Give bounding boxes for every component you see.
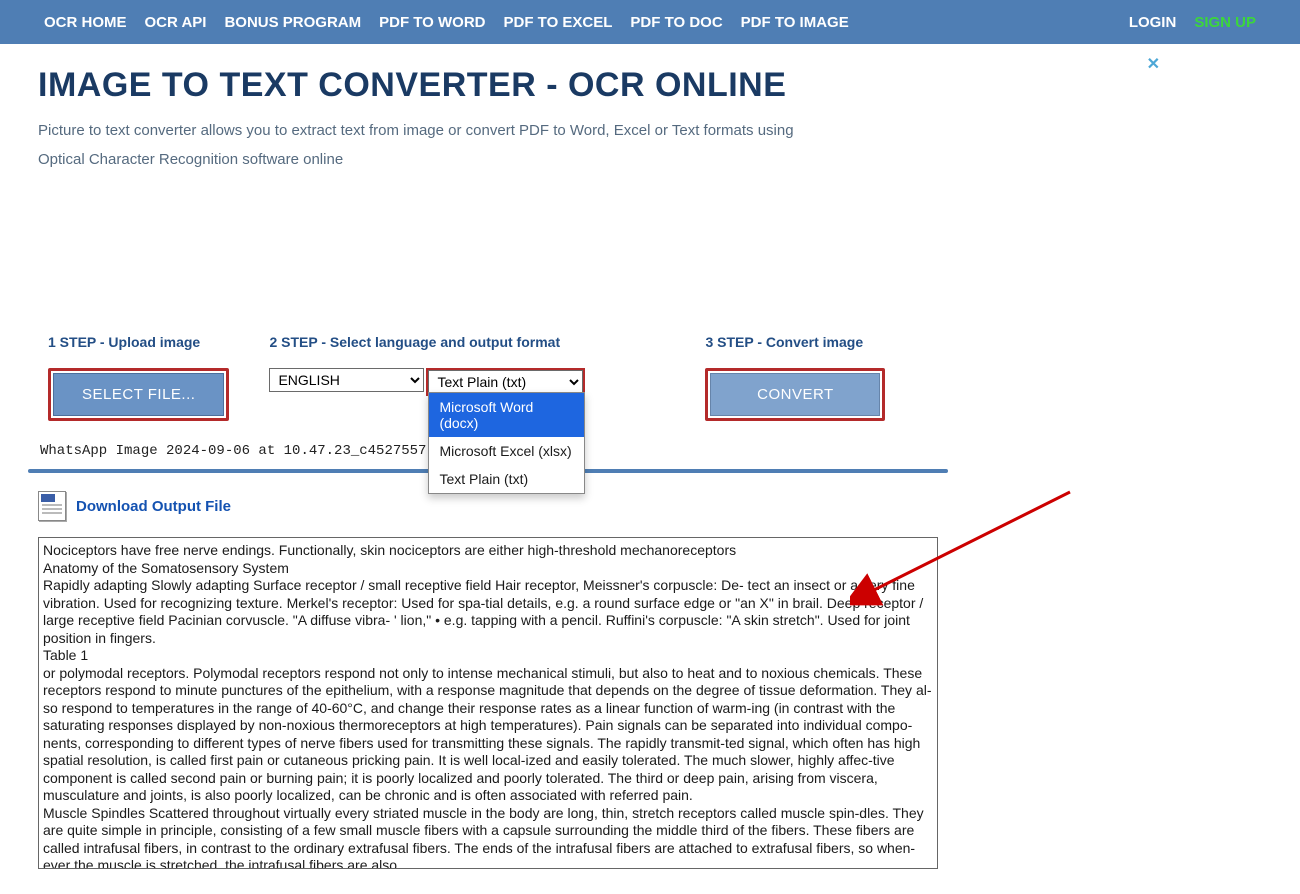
format-option-xlsx[interactable]: Microsoft Excel (xlsx)	[429, 437, 584, 465]
steps-row: 1 STEP - Upload image SELECT FILE... 2 S…	[38, 334, 1262, 421]
step-2-column: 2 STEP - Select language and output form…	[269, 334, 585, 421]
nav-left-group: OCR HOME OCR API BONUS PROGRAM PDF TO WO…	[44, 14, 849, 31]
ocr-output-textarea[interactable]	[38, 537, 938, 869]
download-row: Download Output File	[38, 491, 1262, 521]
page-subtitle: Picture to text converter allows you to …	[38, 117, 798, 174]
format-option-txt[interactable]: Text Plain (txt)	[429, 465, 584, 493]
format-select[interactable]: Text Plain (txt)	[428, 370, 583, 394]
step-1-column: 1 STEP - Upload image SELECT FILE...	[38, 334, 229, 421]
top-nav: OCR HOME OCR API BONUS PROGRAM PDF TO WO…	[0, 0, 1300, 44]
page-title: IMAGE TO TEXT CONVERTER - OCR ONLINE	[38, 66, 1262, 105]
nav-pdf-to-word[interactable]: PDF TO WORD	[379, 14, 485, 31]
step-3-column: 3 STEP - Convert image CONVERT	[705, 334, 885, 421]
nav-pdf-to-doc[interactable]: PDF TO DOC	[630, 14, 722, 31]
download-output-link[interactable]: Download Output File	[76, 498, 231, 515]
uploaded-filename: WhatsApp Image 2024-09-06 at 10.47.23_c4…	[40, 443, 1262, 459]
convert-frame: CONVERT	[705, 368, 885, 421]
nav-bonus-program[interactable]: BONUS PROGRAM	[224, 14, 361, 31]
nav-right-group: LOGIN SIGN UP	[1129, 14, 1256, 31]
convert-button[interactable]: CONVERT	[710, 373, 880, 416]
file-icon	[38, 491, 66, 521]
main-content: ✕ IMAGE TO TEXT CONVERTER - OCR ONLINE P…	[0, 44, 1300, 894]
step-1-label: 1 STEP - Upload image	[48, 334, 229, 350]
select-file-frame: SELECT FILE...	[48, 368, 229, 421]
step-2-label: 2 STEP - Select language and output form…	[269, 334, 585, 350]
nav-pdf-to-image[interactable]: PDF TO IMAGE	[741, 14, 849, 31]
select-row: ENGLISH Text Plain (txt) Microsoft Word …	[269, 368, 585, 396]
ad-close-icon[interactable]: ✕	[1147, 54, 1160, 74]
nav-ocr-home[interactable]: OCR HOME	[44, 14, 127, 31]
nav-ocr-api[interactable]: OCR API	[145, 14, 207, 31]
format-option-docx[interactable]: Microsoft Word (docx)	[429, 393, 584, 437]
format-dropdown-list: Microsoft Word (docx) Microsoft Excel (x…	[428, 392, 585, 494]
login-link[interactable]: LOGIN	[1129, 14, 1177, 31]
step-3-label: 3 STEP - Convert image	[705, 334, 885, 350]
format-select-frame: Text Plain (txt) Microsoft Word (docx) M…	[426, 368, 585, 396]
nav-pdf-to-excel[interactable]: PDF TO EXCEL	[504, 14, 613, 31]
select-file-button[interactable]: SELECT FILE...	[53, 373, 224, 416]
signup-link[interactable]: SIGN UP	[1194, 14, 1256, 31]
language-select[interactable]: ENGLISH	[269, 368, 424, 392]
